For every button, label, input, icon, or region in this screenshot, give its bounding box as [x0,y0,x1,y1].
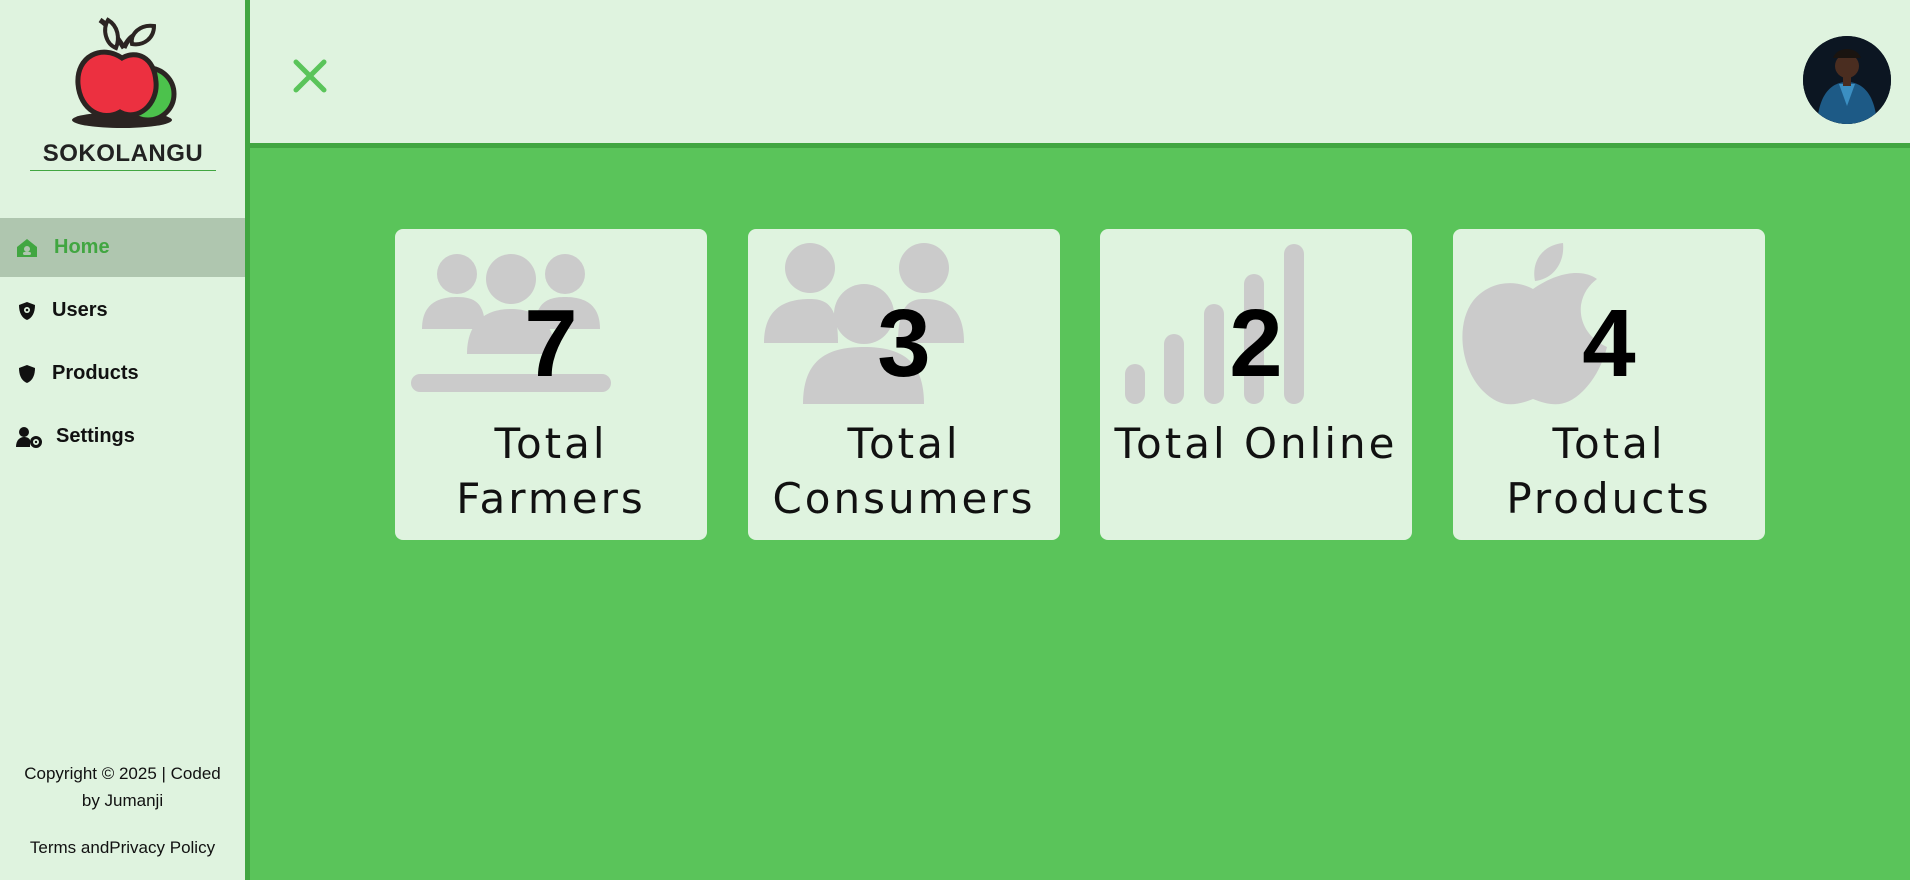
home-icon [16,237,38,259]
sidebar-nav: Home Users Products Settings [0,218,245,470]
sidebar-item-home[interactable]: Home [0,218,245,277]
products-label: Total Products [1506,419,1712,523]
online-count: 2 [1229,290,1283,397]
farmers-label: Total Farmers [456,419,646,523]
stat-card-farmers: 7 Total Farmers [395,229,707,540]
online-label: Total Online [1114,419,1398,468]
sidebar-item-products[interactable]: Products [0,344,245,403]
sidebar: SOKOLANGU Home Users Products Settings C… [0,0,250,880]
stat-card-online: 2 Total Online [1100,229,1412,540]
sidebar-item-label: Products [52,362,139,384]
sidebar-item-label: Settings [56,425,135,447]
brand-divider [30,170,216,171]
sidebar-footer: Copyright © 2025 | Coded by Jumanji Term… [0,760,245,861]
stat-card-consumers: 3 Total Consumers [748,229,1060,540]
sidebar-item-label: Users [52,299,108,321]
sidebar-item-settings[interactable]: Settings [0,407,245,466]
user-avatar[interactable] [1803,36,1891,124]
sidebar-item-label: Home [54,236,110,258]
shield-icon [16,300,38,322]
consumers-label: Total Consumers [772,419,1036,523]
consumers-count: 3 [877,290,931,397]
logo[interactable]: SOKOLANGU [30,14,216,174]
terms-link[interactable]: Terms andPrivacy Policy [0,834,245,861]
top-header [250,0,1910,148]
sidebar-item-users[interactable]: Users [0,281,245,340]
farmers-count: 7 [524,290,578,397]
products-count: 4 [1582,290,1636,397]
apple-logo-icon [72,17,177,128]
copyright-text: Copyright © 2025 | Coded by Jumanji [24,764,221,810]
close-icon[interactable] [292,58,328,94]
shield-icon [16,363,38,385]
user-gear-icon [16,426,42,448]
brand-name: SOKOLANGU [42,140,204,167]
stat-card-products: 4 Total Products [1453,229,1765,540]
